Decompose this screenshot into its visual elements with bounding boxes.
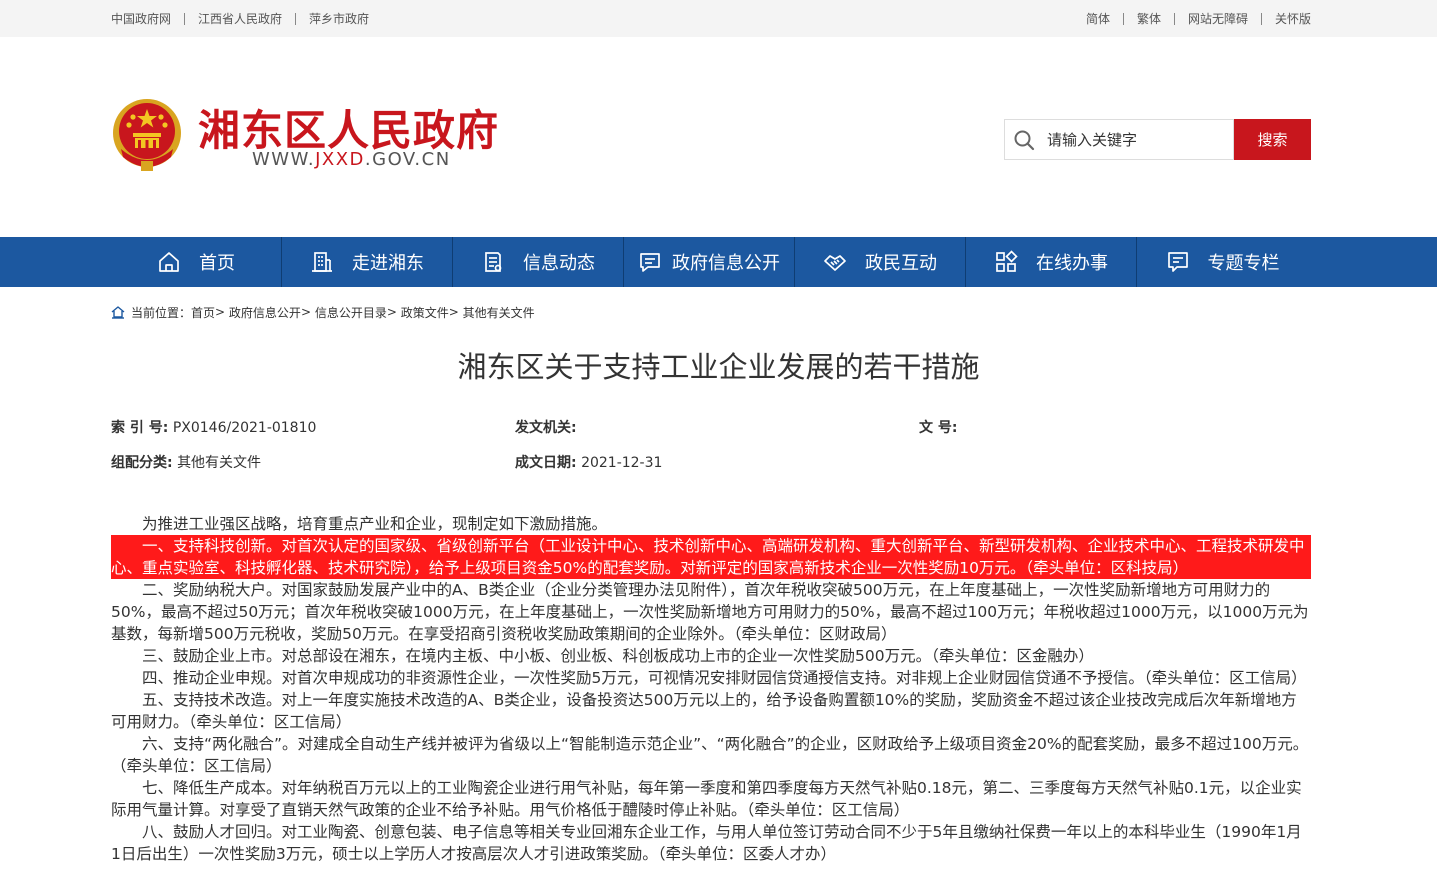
nav-label: 走进湘东 — [352, 253, 424, 274]
meta-docno: 文 号: — [919, 417, 957, 437]
link-jiangxi-gov[interactable]: 江西省人民政府 — [198, 10, 282, 27]
nav-item-special-topics[interactable]: 专题专栏 — [1137, 237, 1308, 287]
search-icon — [1014, 130, 1035, 151]
top-links-left: 中国政府网 江西省人民政府 萍乡市政府 — [111, 10, 369, 27]
divider — [1173, 12, 1175, 25]
nav-item-info-disclosure[interactable]: 政府信息公开 — [624, 237, 795, 287]
document-icon — [485, 252, 502, 272]
link-elder-mode[interactable]: 关怀版 — [1275, 10, 1311, 27]
article-paragraph-highlighted: 一、支持科技创新。对首次认定的国家级、省级创新平台（工业设计中心、技术创新中心、… — [111, 535, 1311, 579]
article-paragraph: 三、鼓励企业上市。对总部设在湘东，在境内主板、中小板、创业板、科创板成功上市的企… — [142, 647, 1094, 665]
breadcrumb-catalog[interactable]: 信息公开目录 — [315, 304, 387, 321]
nav-label: 信息动态 — [523, 253, 595, 274]
main-nav: 首页 走进湘东 信息动态 政府信息公开 政民互动 在线办事 专题专栏 — [0, 237, 1437, 287]
article-paragraph: 八、鼓励人才回归。对工业陶瓷、创意包装、电子信息等相关专业回湘东企业工作，与用人… — [111, 823, 1302, 863]
building-icon — [312, 252, 332, 272]
article-content: 为推进工业强区战略，培育重点产业和企业，现制定如下激励措施。 一、支持科技创新。… — [111, 513, 1311, 865]
article-paragraph: 五、支持技术改造。对上一年度实施技术改造的A、B类企业，设备投资达500万元以上… — [111, 691, 1297, 731]
meta-index-value: PX0146/2021-01810 — [172, 420, 317, 436]
search-box — [1004, 119, 1234, 160]
breadcrumb-policy-docs[interactable]: 政策文件 — [401, 304, 449, 321]
handshake-icon — [824, 255, 846, 271]
link-pingxiang-gov[interactable]: 萍乡市政府 — [309, 10, 369, 27]
meta-date-label: 成文日期: — [515, 455, 577, 471]
article-title: 湘东区关于支持工业企业发展的若干措施 — [457, 350, 980, 384]
site-header: 湘东区人民政府 WWW.JXXD.GOV.CN 搜索 — [0, 37, 1437, 237]
divider — [295, 12, 297, 25]
article-paragraph: 二、奖励纳税大户。对国家鼓励发展产业中的A、B类企业（企业分类管理办法见附件），… — [111, 581, 1309, 643]
link-accessibility[interactable]: 网站无障碍 — [1188, 10, 1248, 27]
url-prefix: WWW. — [252, 149, 316, 170]
nav-label: 首页 — [199, 253, 235, 274]
nav-item-home[interactable]: 首页 — [111, 237, 282, 287]
grid-icon — [996, 250, 1018, 272]
divider — [1260, 12, 1262, 25]
breadcrumb-separator: > — [215, 305, 226, 319]
search-bar: 搜索 — [1004, 119, 1311, 160]
nav-item-online-service[interactable]: 在线办事 — [966, 237, 1137, 287]
meta-category: 组配分类: 其他有关文件 — [111, 452, 261, 472]
divider — [1122, 12, 1124, 25]
breadcrumb-other-docs[interactable]: 其他有关文件 — [463, 304, 535, 321]
divider — [184, 12, 186, 25]
site-url: WWW.JXXD.GOV.CN — [252, 149, 451, 170]
url-highlight: JXXD — [315, 149, 365, 170]
url-suffix: .GOV.CN — [364, 149, 451, 170]
breadcrumb-home[interactable]: 首页 — [191, 304, 215, 321]
meta-issuer: 发文机关: — [515, 417, 577, 437]
link-simplified[interactable]: 简体 — [1086, 10, 1110, 27]
article-paragraph: 七、降低生产成本。对年纳税百万元以上的工业陶瓷企业进行用气补贴，每年第一季度和第… — [111, 779, 1302, 819]
article-paragraph: 四、推动企业申规。对首次申规成功的非资源性企业，一次性奖励5万元，可视情况安排财… — [142, 669, 1307, 687]
top-links-right: 简体 繁体 网站无障碍 关怀版 — [1086, 10, 1311, 27]
meta-date-value: 2021-12-31 — [581, 455, 663, 471]
link-traditional[interactable]: 繁体 — [1137, 10, 1161, 27]
breadcrumb-prefix: 当前位置： — [131, 305, 192, 320]
meta-docno-label: 文 号: — [919, 420, 958, 436]
list-icon — [1167, 252, 1188, 272]
nav-item-about[interactable]: 走进湘东 — [282, 237, 453, 287]
meta-category-value: 其他有关文件 — [177, 455, 262, 471]
search-button[interactable]: 搜索 — [1234, 119, 1311, 160]
nav-label: 在线办事 — [1036, 253, 1108, 274]
national-emblem-icon[interactable] — [111, 97, 183, 173]
nav-item-interaction[interactable]: 政民互动 — [795, 237, 966, 287]
breadcrumb-info-disclosure[interactable]: 政府信息公开 — [229, 304, 301, 321]
nav-label: 专题专栏 — [1207, 253, 1280, 274]
top-bar: 中国政府网 江西省人民政府 萍乡市政府 简体 繁体 网站无障碍 关怀版 — [0, 0, 1437, 37]
article-paragraph: 为推进工业强区战略，培育重点产业和企业，现制定如下激励措施。 — [142, 515, 608, 533]
breadcrumb: 当前位置： 首页 > 政府信息公开 > 信息公开目录 > 政策文件 > 其他有关文件 — [111, 303, 535, 321]
article-paragraph: 六、支持“两化融合”。对建成全自动生产线并被评为省级以上“智能制造示范企业”、“… — [111, 735, 1309, 775]
meta-index-label: 索 引 号: — [111, 420, 169, 436]
home-icon — [159, 252, 179, 272]
link-gov-cn[interactable]: 中国政府网 — [111, 10, 171, 27]
breadcrumb-separator: > — [448, 305, 459, 319]
meta-category-label: 组配分类: — [111, 455, 173, 471]
meta-issuer-label: 发文机关: — [515, 420, 577, 436]
meta-index: 索 引 号: PX0146/2021-01810 — [111, 417, 316, 437]
chat-icon — [640, 253, 660, 272]
nav-label: 政民互动 — [865, 253, 937, 274]
nav-label: 政府信息公开 — [672, 253, 780, 274]
search-input[interactable] — [1045, 128, 1229, 152]
home-icon — [111, 306, 125, 319]
breadcrumb-separator: > — [386, 305, 397, 319]
nav-item-news[interactable]: 信息动态 — [453, 237, 624, 287]
breadcrumb-separator: > — [300, 305, 311, 319]
meta-date: 成文日期: 2021-12-31 — [515, 452, 662, 472]
